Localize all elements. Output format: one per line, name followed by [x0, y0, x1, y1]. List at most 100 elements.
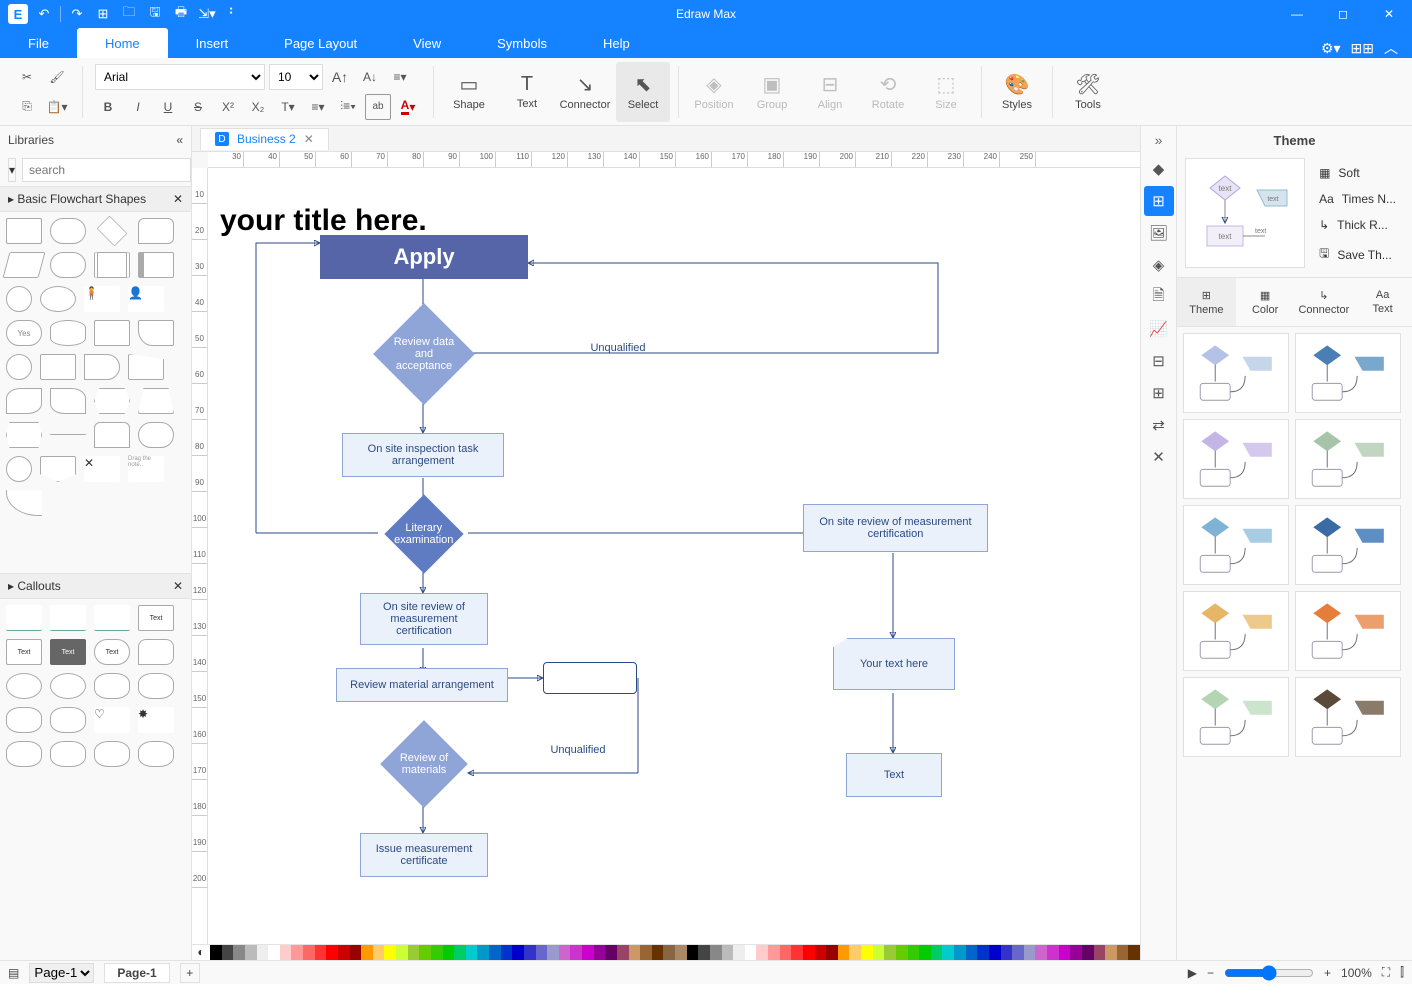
- opt-save[interactable]: 🖫Save Th...: [1315, 242, 1400, 267]
- canvas-title[interactable]: your title here.: [216, 203, 616, 239]
- shape-arc[interactable]: [6, 490, 42, 516]
- callout-line3[interactable]: [94, 605, 130, 631]
- tools-button[interactable]: 🛠Tools: [1061, 62, 1115, 122]
- theme-card[interactable]: [1295, 677, 1401, 757]
- callout-rect2[interactable]: Text: [50, 639, 86, 665]
- shape-decision[interactable]: [97, 216, 128, 247]
- color-swatch[interactable]: [454, 945, 466, 960]
- callout-cloud4[interactable]: [50, 707, 86, 733]
- shape-pill[interactable]: [50, 252, 86, 278]
- color-swatch[interactable]: [326, 945, 338, 960]
- node-onsite-review2[interactable]: On site review of measurement certificat…: [803, 504, 988, 552]
- callout-ex2[interactable]: [50, 741, 86, 767]
- color-swatch[interactable]: [1001, 945, 1013, 960]
- callout-heart[interactable]: ♡: [94, 707, 130, 733]
- callout-burst[interactable]: ✸: [138, 707, 174, 733]
- color-swatch[interactable]: [849, 945, 861, 960]
- color-swatch[interactable]: [687, 945, 699, 960]
- open-icon[interactable]: 🗀: [119, 4, 139, 24]
- color-swatch[interactable]: [815, 945, 827, 960]
- color-swatch[interactable]: [780, 945, 792, 960]
- callout-ex3[interactable]: [94, 741, 130, 767]
- color-swatch[interactable]: [710, 945, 722, 960]
- theme-tool-icon[interactable]: ⊞: [1144, 186, 1174, 216]
- color-swatch[interactable]: [896, 945, 908, 960]
- color-swatch[interactable]: [733, 945, 745, 960]
- close-doc-icon[interactable]: ✕: [304, 132, 314, 146]
- theme-card[interactable]: [1295, 419, 1401, 499]
- mode-connector[interactable]: ↳Connector: [1295, 278, 1354, 326]
- node-onsite-review[interactable]: On site review of measurement certificat…: [360, 593, 488, 645]
- shape-actor[interactable]: 🧍: [84, 286, 120, 312]
- theme-card[interactable]: [1183, 505, 1289, 585]
- theme-card[interactable]: [1295, 505, 1401, 585]
- color-swatch-bar[interactable]: ◐: [192, 944, 1140, 960]
- color-swatch[interactable]: [559, 945, 571, 960]
- color-swatch[interactable]: [1059, 945, 1071, 960]
- fit-page-icon[interactable]: ⛶: [1382, 965, 1390, 980]
- color-swatch[interactable]: [466, 945, 478, 960]
- color-swatch[interactable]: [431, 945, 443, 960]
- theme-card[interactable]: [1295, 591, 1401, 671]
- save-icon[interactable]: 🖫: [145, 4, 165, 24]
- color-swatch[interactable]: [1117, 945, 1129, 960]
- tab-home[interactable]: Home: [77, 28, 168, 58]
- nofill-icon[interactable]: ◐: [192, 945, 210, 960]
- zoom-in-icon[interactable]: +: [1324, 966, 1331, 980]
- layers-tool-icon[interactable]: ◈: [1144, 250, 1174, 280]
- color-swatch[interactable]: [524, 945, 536, 960]
- theme-card[interactable]: [1183, 419, 1289, 499]
- color-swatch[interactable]: [977, 945, 989, 960]
- zoom-out-icon[interactable]: −: [1207, 966, 1214, 980]
- color-swatch[interactable]: [291, 945, 303, 960]
- shape-ellipse[interactable]: [40, 286, 76, 312]
- color-swatch[interactable]: [512, 945, 524, 960]
- color-swatch[interactable]: [408, 945, 420, 960]
- copy-icon[interactable]: ⎘: [14, 94, 40, 120]
- chart-tool-icon[interactable]: 📈: [1144, 314, 1174, 344]
- theme-card[interactable]: [1295, 333, 1401, 413]
- color-swatch[interactable]: [361, 945, 373, 960]
- close-icon[interactable]: ✕: [1366, 0, 1412, 28]
- shape-wave1[interactable]: [6, 388, 42, 414]
- node-review-mat[interactable]: Review of materials: [380, 720, 468, 808]
- bullets-icon[interactable]: ⫶≡▾: [335, 94, 361, 120]
- color-swatch[interactable]: [605, 945, 617, 960]
- color-swatch[interactable]: [489, 945, 501, 960]
- tab-file[interactable]: File: [0, 28, 77, 58]
- color-swatch[interactable]: [1082, 945, 1094, 960]
- color-swatch[interactable]: [233, 945, 245, 960]
- collapse-lib-icon[interactable]: «: [176, 133, 183, 147]
- color-swatch[interactable]: [838, 945, 850, 960]
- cut-icon[interactable]: ✂: [14, 64, 40, 90]
- page-tool-icon[interactable]: 🗎: [1144, 282, 1174, 312]
- minimize-icon[interactable]: —: [1274, 0, 1320, 28]
- apps-icon[interactable]: ⊞⊞: [1351, 40, 1374, 57]
- align-para-icon[interactable]: ≡▾: [387, 64, 413, 90]
- color-swatch[interactable]: [222, 945, 234, 960]
- shape-pentagon[interactable]: [40, 456, 76, 482]
- styles-button[interactable]: 🎨Styles: [990, 62, 1044, 122]
- color-swatch[interactable]: [477, 945, 489, 960]
- color-swatch[interactable]: [582, 945, 594, 960]
- shape-data[interactable]: [3, 252, 46, 278]
- color-swatch[interactable]: [547, 945, 559, 960]
- color-swatch[interactable]: [1070, 945, 1082, 960]
- callout-rect-text[interactable]: Text: [138, 605, 174, 631]
- superscript-icon[interactable]: X²: [215, 94, 241, 120]
- node-onsite-task[interactable]: On site inspection task arrangement: [342, 433, 504, 477]
- shape-pill2[interactable]: [138, 422, 174, 448]
- font-size-select[interactable]: 10: [269, 64, 323, 90]
- color-swatch[interactable]: [280, 945, 292, 960]
- shape-tag[interactable]: [94, 320, 130, 346]
- presentation-icon[interactable]: ▶: [1188, 966, 1197, 980]
- theme-card[interactable]: [1183, 333, 1289, 413]
- node-review-mat-arr[interactable]: Review material arrangement: [336, 668, 508, 702]
- page-tab[interactable]: Page-1: [104, 963, 169, 983]
- tab-insert[interactable]: Insert: [168, 28, 257, 58]
- color-swatch[interactable]: [536, 945, 548, 960]
- color-swatch[interactable]: [245, 945, 257, 960]
- color-swatch[interactable]: [873, 945, 885, 960]
- opt-times[interactable]: AaTimes N...: [1315, 190, 1400, 208]
- page-select[interactable]: Page-1: [29, 963, 94, 983]
